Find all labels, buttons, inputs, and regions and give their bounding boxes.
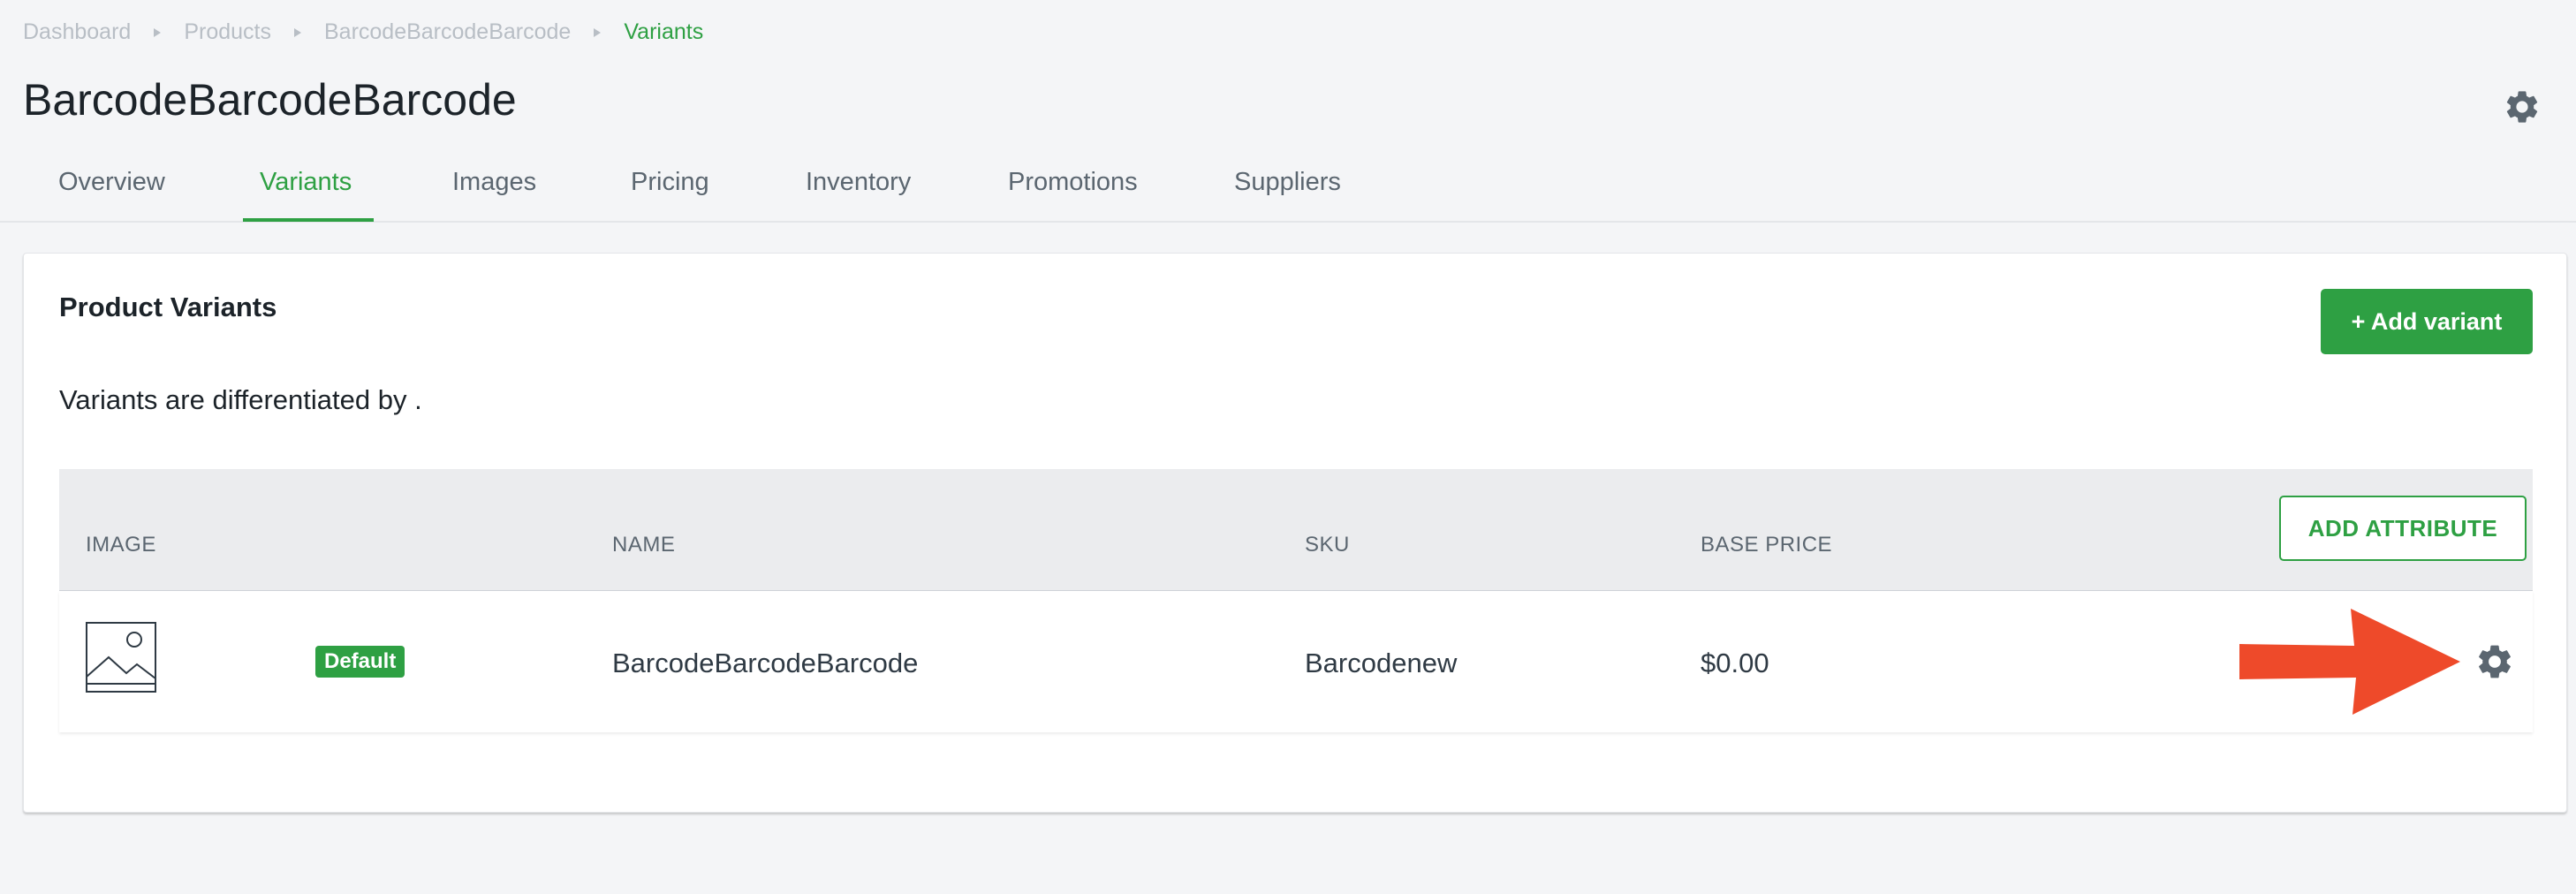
differentiated-text: Variants are differentiated by .: [59, 384, 422, 415]
breadcrumb: Dashboard Products BarcodeBarcodeBarcode…: [23, 19, 703, 45]
tab-pricing[interactable]: Pricing: [631, 168, 709, 197]
table-row[interactable]: Default BarcodeBarcodeBarcode Barcodenew…: [59, 591, 2533, 732]
tab-promotions[interactable]: Promotions: [1008, 168, 1138, 197]
card-title: Product Variants: [59, 292, 277, 322]
add-variant-button[interactable]: + Add variant: [2321, 289, 2533, 354]
breadcrumb-variants: Variants: [624, 19, 704, 44]
breadcrumb-separator-icon: [154, 27, 162, 37]
gear-icon[interactable]: [2503, 87, 2542, 126]
tab-bar: Overview Variants Images Pricing Invento…: [0, 155, 2576, 223]
tab-suppliers[interactable]: Suppliers: [1234, 168, 1341, 197]
tab-inventory[interactable]: Inventory: [806, 168, 911, 197]
variant-name: BarcodeBarcodeBarcode: [612, 648, 919, 678]
add-attribute-button[interactable]: ADD ATTRIBUTE: [2279, 496, 2527, 561]
gear-icon[interactable]: [2474, 641, 2515, 682]
active-tab-indicator: [243, 218, 374, 222]
tab-images[interactable]: Images: [452, 168, 536, 197]
column-header-name: NAME: [612, 533, 676, 557]
breadcrumb-dashboard[interactable]: Dashboard: [23, 19, 131, 45]
default-badge: Default: [315, 646, 405, 678]
variant-sku: Barcodenew: [1305, 648, 1458, 678]
product-variants-card: Product Variants + Add variant Variants …: [23, 253, 2567, 813]
breadcrumb-product[interactable]: BarcodeBarcodeBarcode: [324, 19, 571, 45]
column-header-sku: SKU: [1305, 533, 1350, 557]
column-header-base-price: BASE PRICE: [1701, 533, 1833, 557]
table-header: IMAGE NAME SKU BASE PRICE ADD ATTRIBUTE: [59, 469, 2533, 591]
tab-overview[interactable]: Overview: [58, 168, 165, 197]
breadcrumb-products[interactable]: Products: [184, 19, 271, 45]
page-title: BarcodeBarcodeBarcode: [23, 75, 517, 125]
image-placeholder-icon[interactable]: [86, 622, 156, 693]
variant-base-price: $0.00: [1701, 648, 1769, 678]
tab-variants[interactable]: Variants: [260, 168, 352, 197]
breadcrumb-separator-icon: [594, 27, 602, 37]
breadcrumb-separator-icon: [293, 27, 301, 37]
red-arrow-icon: [2239, 609, 2460, 715]
page: Dashboard Products BarcodeBarcodeBarcode…: [0, 0, 2576, 894]
column-header-image: IMAGE: [86, 533, 156, 557]
